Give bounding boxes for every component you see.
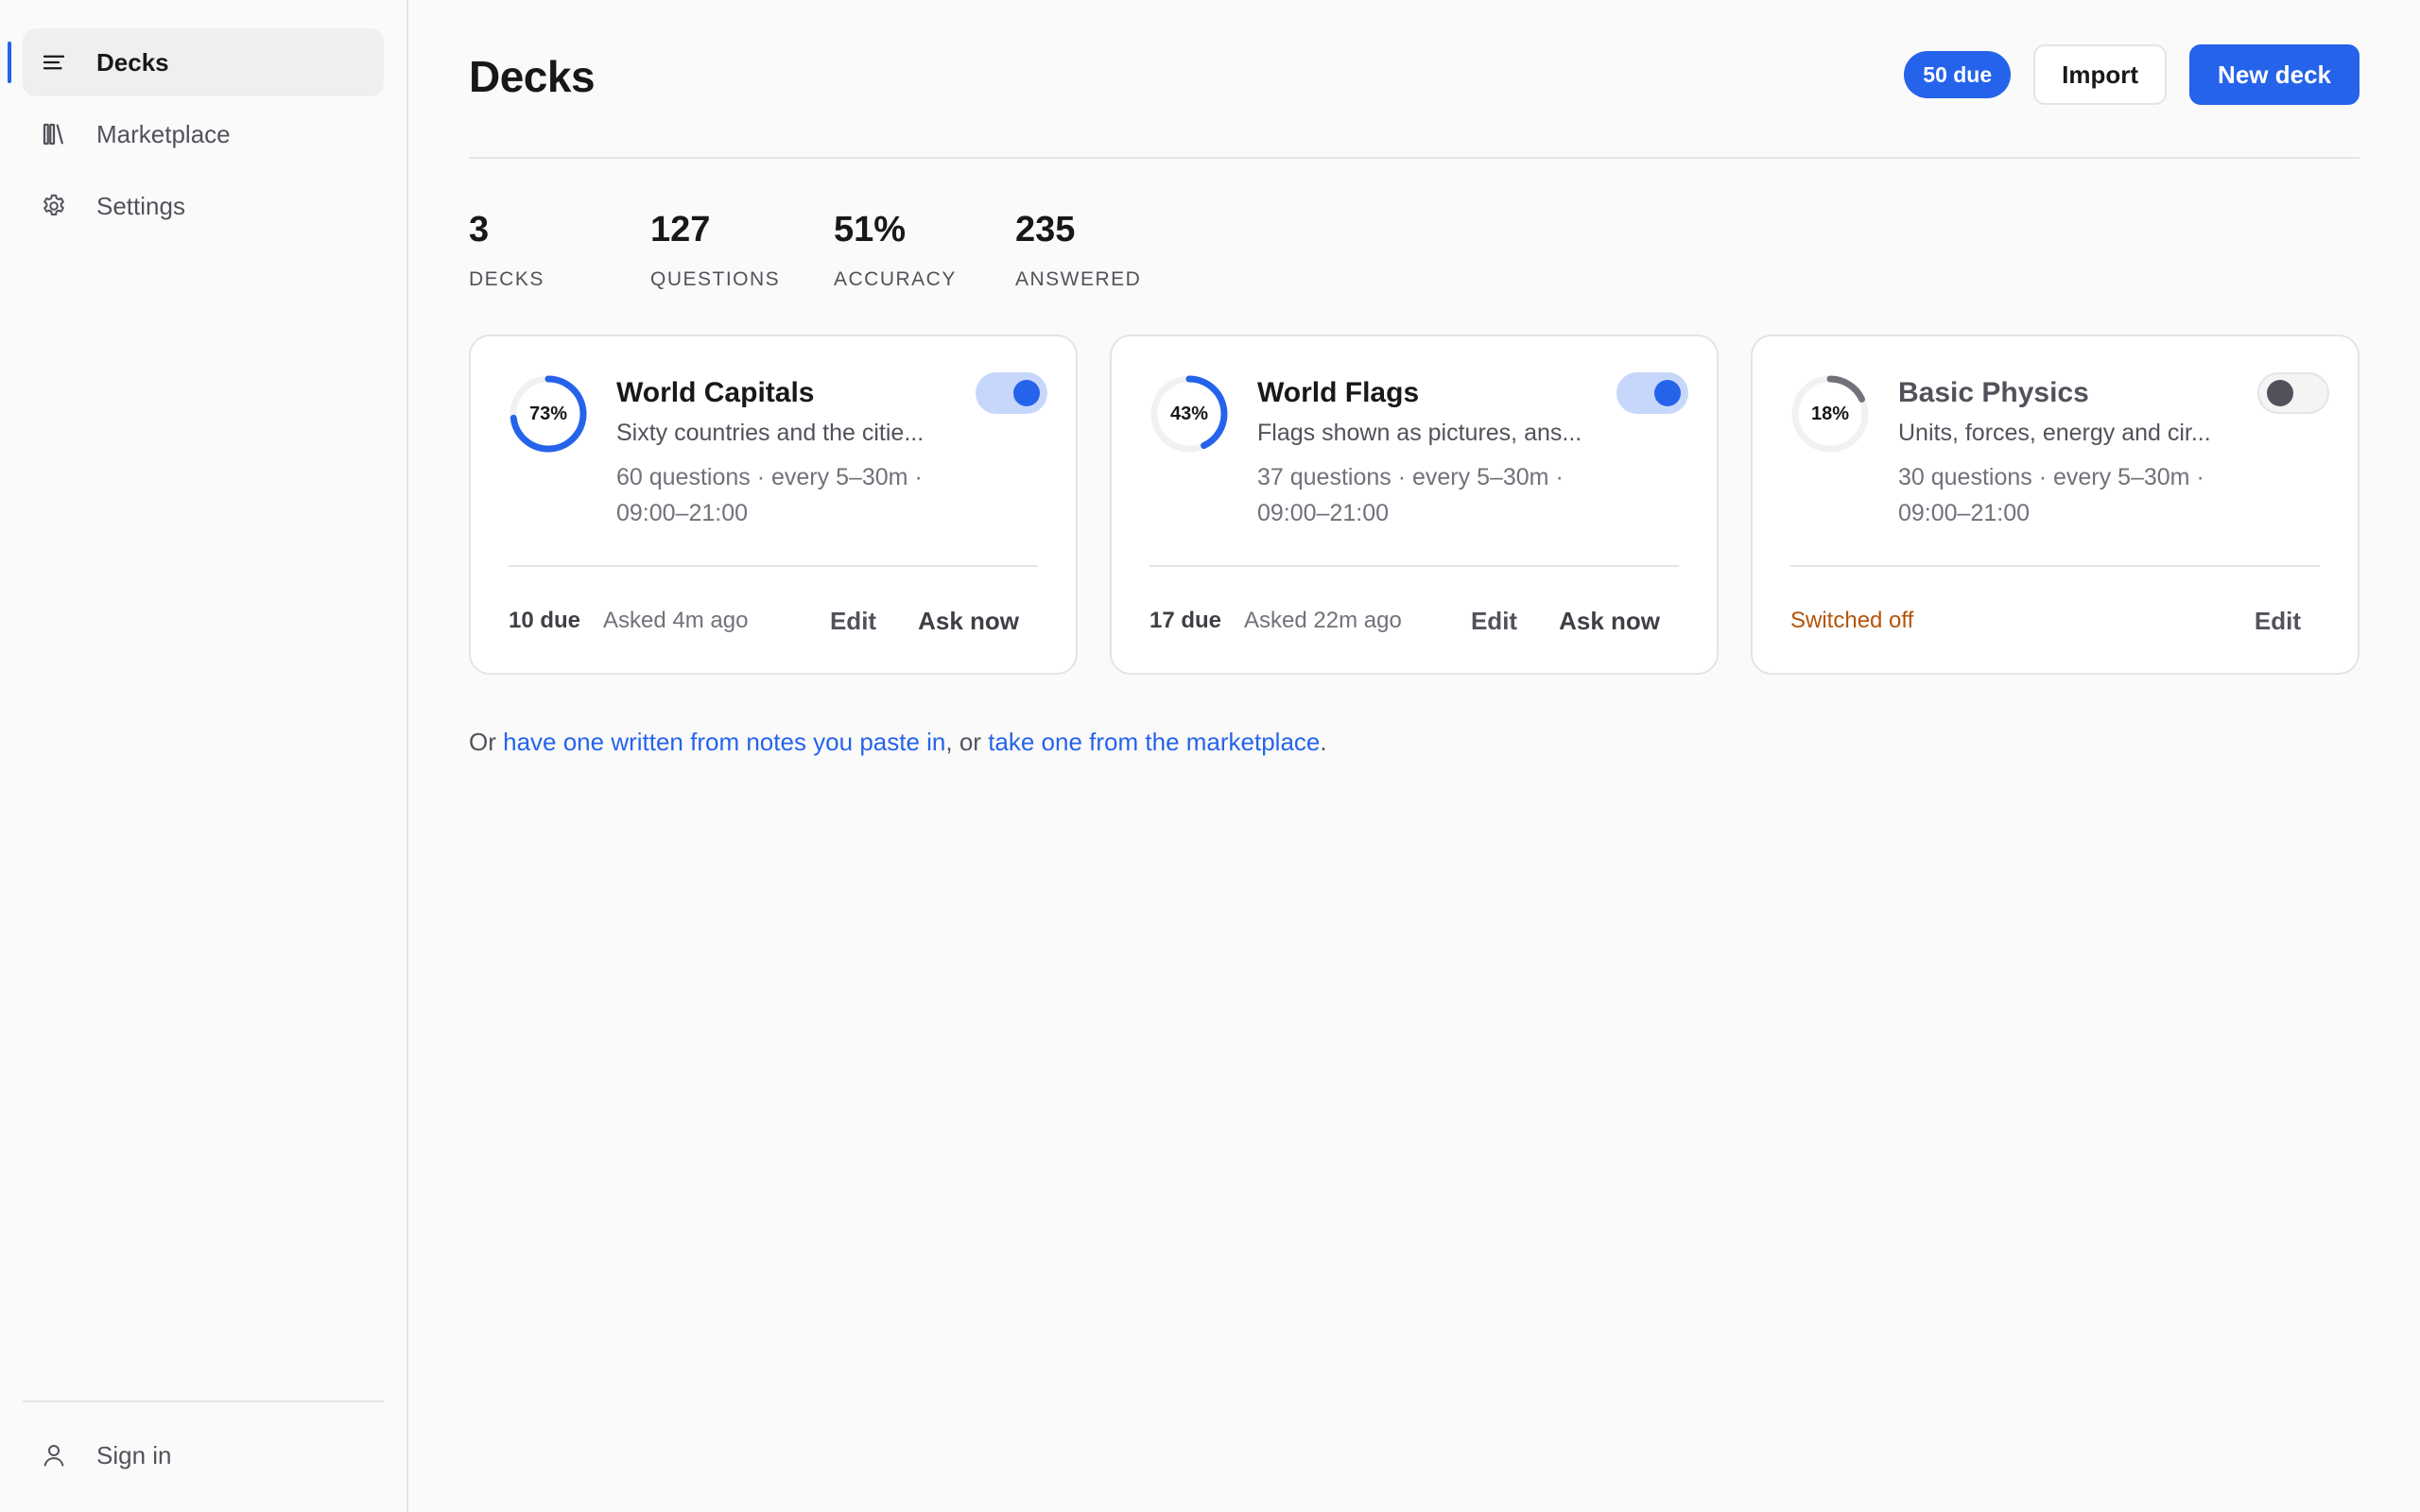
user-icon	[40, 1441, 68, 1469]
deck-status: Switched off	[1790, 608, 1914, 633]
new-deck-button[interactable]: New deck	[2189, 44, 2360, 105]
import-button[interactable]: Import	[2033, 44, 2168, 105]
deck-meta-line2: 09:00–21:00	[1257, 499, 1390, 526]
sidebar-footer: Sign in	[23, 1400, 384, 1493]
deck-description: Flags shown as pictures, ans...	[1257, 420, 1582, 446]
edit-deck-button[interactable]: Edit	[830, 607, 876, 636]
main-content: Decks 50 due Import New deck 3 DECKS 127…	[408, 0, 2420, 1512]
stat-label: DECKS	[469, 268, 544, 290]
deck-card[interactable]: 73% World Capitals Sixty countries and t…	[469, 335, 1078, 675]
sidebar-item-marketplace[interactable]: Marketplace	[23, 100, 384, 168]
sidebar-item-decks[interactable]: Decks	[8, 28, 384, 96]
progress-label: 43%	[1169, 403, 1209, 424]
stat-label: ACCURACY	[834, 268, 957, 290]
toggle-knob	[1654, 380, 1681, 406]
page-title: Decks	[469, 52, 596, 101]
deck-description: Units, forces, energy and cir...	[1898, 420, 2211, 446]
stats-row: 3 DECKS 127 QUESTIONS 51% ACCURACY 235 A…	[469, 212, 2360, 291]
menu-lines-icon	[40, 48, 68, 77]
create-deck-hint: Or have one written from notes you paste…	[469, 728, 2360, 757]
stat-value: 51%	[834, 210, 907, 249]
deck-meta: 30 questions · every 5–30m · 09:00–21:00	[1898, 460, 2257, 531]
stat-value: 235	[1015, 210, 1076, 249]
deck-due-count: 10 due	[509, 608, 581, 633]
deck-meta: 60 questions · every 5–30m · 09:00–21:00	[616, 460, 976, 531]
deck-meta-line1: 37 questions · every 5–30m ·	[1257, 464, 1564, 490]
sidebar-item-settings[interactable]: Settings	[23, 172, 384, 240]
deck-meta-line2: 09:00–21:00	[1898, 499, 2031, 526]
progress-label: 73%	[528, 403, 568, 424]
header-actions: 50 due Import New deck	[1904, 44, 2360, 105]
deck-last-asked: Asked 4m ago	[603, 608, 749, 633]
sidebar-item-label: Settings	[96, 191, 185, 220]
edit-deck-button[interactable]: Edit	[1471, 607, 1517, 636]
marketplace-link[interactable]: take one from the marketplace	[988, 728, 1320, 756]
deck-meta: 37 questions · every 5–30m · 09:00–21:00	[1257, 460, 1616, 531]
stat-label: ANSWERED	[1015, 268, 1142, 290]
page-header: Decks 50 due Import New deck	[469, 0, 2360, 159]
progress-ring: 43%	[1150, 374, 1229, 454]
hint-suffix: .	[1320, 728, 1327, 756]
deck-description: Sixty countries and the citie...	[616, 420, 925, 446]
deck-title[interactable]: World Capitals	[616, 376, 976, 410]
paste-notes-link[interactable]: have one written from notes you paste in	[503, 728, 945, 756]
library-icon	[40, 120, 68, 148]
stat-value: 3	[469, 210, 490, 249]
progress-ring: 18%	[1790, 374, 1870, 454]
progress-label: 18%	[1810, 403, 1850, 424]
deck-meta-line2: 09:00–21:00	[616, 499, 749, 526]
deck-enabled-toggle[interactable]	[2257, 372, 2329, 414]
ask-now-button[interactable]: Ask now	[1559, 607, 1660, 636]
ask-now-button[interactable]: Ask now	[918, 607, 1019, 636]
toggle-knob	[1013, 380, 1040, 406]
stat-decks: 3 DECKS	[469, 212, 588, 291]
deck-due-count: 17 due	[1150, 608, 1222, 633]
deck-enabled-toggle[interactable]	[976, 372, 1047, 414]
sidebar: Decks Marketplace Settings Sign in	[0, 0, 408, 1512]
gear-icon	[40, 192, 68, 220]
stat-answered: 235 ANSWERED	[1015, 212, 1141, 291]
sidebar-item-label: Decks	[96, 47, 169, 77]
stat-value: 127	[650, 210, 711, 249]
deck-title[interactable]: Basic Physics	[1898, 376, 2257, 410]
sign-in-label: Sign in	[96, 1440, 172, 1469]
deck-meta-line1: 60 questions · every 5–30m ·	[616, 464, 923, 490]
stat-label: QUESTIONS	[650, 268, 781, 290]
edit-deck-button[interactable]: Edit	[2255, 607, 2301, 636]
progress-ring: 73%	[509, 374, 588, 454]
due-badge[interactable]: 50 due	[1904, 51, 2012, 98]
deck-card[interactable]: 43% World Flags Flags shown as pictures,…	[1110, 335, 1719, 675]
deck-title[interactable]: World Flags	[1257, 376, 1616, 410]
stat-accuracy: 51% ACCURACY	[834, 210, 957, 291]
deck-card[interactable]: 18% Basic Physics Units, forces, energy …	[1751, 335, 2360, 675]
sidebar-item-label: Marketplace	[96, 119, 231, 148]
deck-enabled-toggle[interactable]	[1616, 372, 1688, 414]
deck-meta-line1: 30 questions · every 5–30m ·	[1898, 464, 2204, 490]
deck-last-asked: Asked 22m ago	[1244, 608, 1402, 633]
hint-prefix: Or	[469, 728, 504, 756]
deck-cards: 73% World Capitals Sixty countries and t…	[469, 335, 2360, 675]
toggle-knob	[2267, 380, 2293, 406]
stat-questions: 127 QUESTIONS	[650, 210, 781, 291]
hint-middle: , or	[945, 728, 989, 756]
sign-in-button[interactable]: Sign in	[23, 1421, 384, 1489]
